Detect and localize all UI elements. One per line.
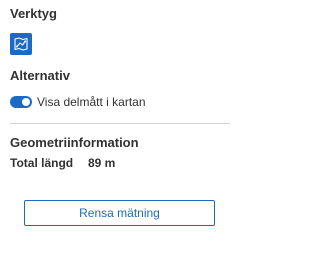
- show-segments-toggle[interactable]: [10, 96, 32, 108]
- show-segments-toggle-row[interactable]: Visa delmått i kartan: [10, 95, 146, 109]
- geometry-heading: Geometriinformation: [10, 135, 139, 150]
- section-divider: [10, 123, 230, 124]
- total-length-label: Total längd: [10, 156, 74, 170]
- total-length-value: 89 m: [88, 156, 116, 170]
- clear-measurement-button[interactable]: Rensa mätning: [24, 200, 215, 226]
- options-heading: Alternativ: [10, 68, 70, 83]
- show-segments-label: Visa delmått i kartan: [37, 95, 146, 109]
- tools-heading: Verktyg: [10, 6, 57, 21]
- total-length-row: Total längd 89 m: [10, 156, 115, 170]
- measure-panel: Verktyg Alternativ Visa delmått i kartan…: [0, 0, 237, 253]
- map-measure-icon: [14, 37, 28, 51]
- measure-tool-button[interactable]: [10, 33, 32, 55]
